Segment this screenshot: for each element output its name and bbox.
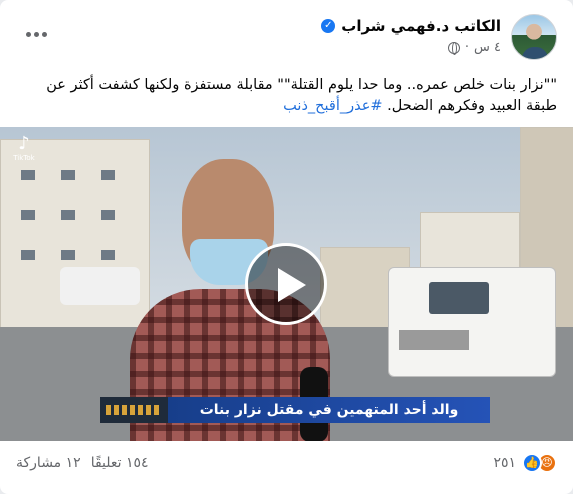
author-line: الكاتب د.فهمي شراب ✓	[321, 17, 501, 35]
more-options-button[interactable]	[18, 20, 54, 48]
building-window	[61, 210, 75, 220]
more-dot	[25, 31, 31, 37]
reaction-icons: 👍 😠	[522, 453, 557, 473]
video-caption: والد أحد المتهمين في مقتل نزار بنات	[168, 397, 490, 423]
avatar-figure	[522, 47, 548, 59]
more-options-icon	[41, 31, 47, 37]
tiktok-label: TikTok	[13, 154, 35, 162]
tiktok-watermark-icon: ♪ TikTok	[8, 133, 40, 173]
post-header: الكاتب د.فهمي شراب ✓ ٤ س ·	[16, 14, 557, 60]
play-icon[interactable]	[245, 243, 327, 325]
reactions-summary[interactable]: 👍 😠 ٢٥١	[493, 453, 557, 473]
author-avatar[interactable]	[511, 14, 557, 60]
engagement-stats: ١٥٤ تعليقًا ١٢ مشاركة	[16, 455, 149, 471]
video-player[interactable]: ♪ TikTok والد أحد المتهمين في مقتل نزار …	[0, 127, 573, 441]
post-hashtag-link[interactable]: #عذر_أقبح_ذنب	[283, 98, 382, 114]
comments-count-link[interactable]: ١٥٤ تعليقًا	[91, 455, 149, 471]
video-scene-car	[60, 267, 140, 305]
building-window	[61, 170, 75, 180]
meta-separator: ·	[464, 40, 469, 55]
like-reaction-icon: 👍	[522, 453, 542, 473]
post-text: ""نزار بنات خلص عمره.. وما حدا يلوم القت…	[17, 75, 557, 117]
shares-count-link[interactable]: ١٢ مشاركة	[16, 455, 81, 471]
building-window	[61, 250, 75, 260]
reaction-count[interactable]: ٢٥١	[493, 455, 516, 471]
post-footer: 👍 😠 ٢٥١ ١٥٤ تعليقًا ١٢ مشاركة	[16, 451, 557, 481]
post-time[interactable]: ٤ س	[474, 40, 501, 55]
building-window	[101, 210, 115, 220]
globe-icon[interactable]	[447, 41, 460, 55]
channel-logo	[100, 397, 168, 423]
video-scene-truck	[388, 267, 556, 377]
more-dot	[33, 31, 39, 37]
facebook-post-card: الكاتب د.فهمي شراب ✓ ٤ س · ""نزار بنات خ…	[0, 0, 573, 494]
author-name[interactable]: الكاتب د.فهمي شراب	[341, 17, 501, 35]
building-window	[21, 250, 35, 260]
building-window	[101, 250, 115, 260]
truck-grille	[399, 330, 469, 350]
tiktok-note: ♪	[18, 133, 30, 154]
truck-windshield	[429, 282, 489, 314]
post-meta: ٤ س ·	[447, 40, 501, 55]
building-window	[21, 210, 35, 220]
building-window	[101, 170, 115, 180]
verified-badge-icon: ✓	[321, 19, 336, 33]
